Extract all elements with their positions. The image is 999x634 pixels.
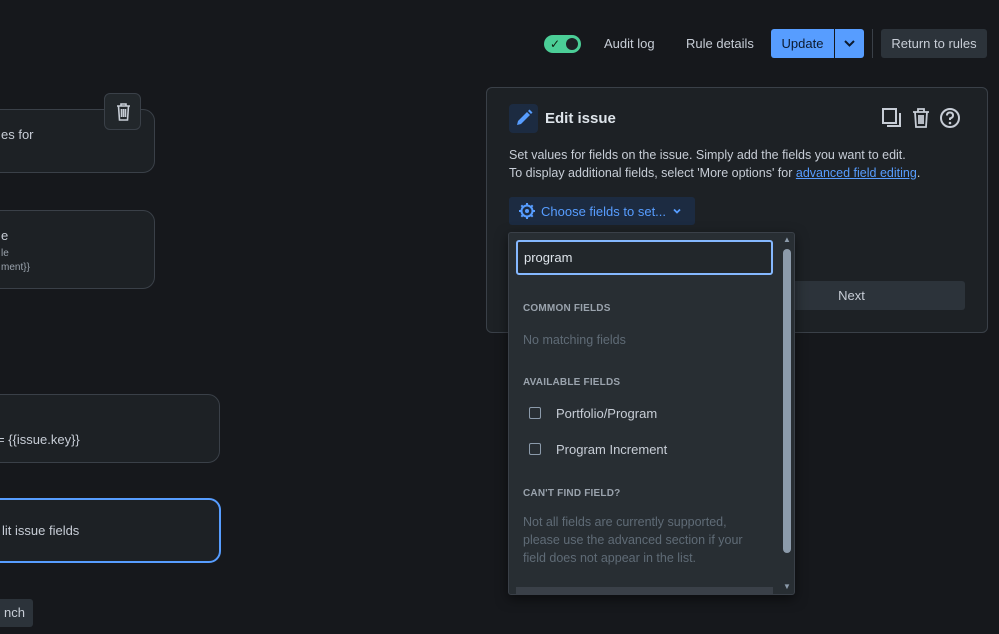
add-branch-button[interactable]: nch [0,599,33,627]
edit-issue-badge [509,104,538,133]
help-button[interactable] [939,107,961,129]
advanced-field-editing-link[interactable]: advanced field editing [796,166,917,180]
field-option-label: Program Increment [556,442,668,457]
dropdown-scrollbar-thumb[interactable] [783,249,791,553]
field-option-portfolio-program[interactable]: Portfolio/Program [523,399,773,429]
card-text: e [1,228,9,243]
rule-enabled-toggle[interactable]: ✓ [544,35,581,53]
common-fields-heading: COMMON FIELDS [523,303,611,314]
no-matching-text: No matching fields [523,333,626,347]
update-dropdown-button[interactable] [835,29,864,58]
choose-fields-button[interactable]: Choose fields to set... [509,197,695,225]
rule-component-card[interactable]: e le ment}} [0,210,155,289]
cant-find-note: please use the advanced section if your [523,533,743,547]
dropdown-footer-edge [516,587,773,595]
pencil-icon [517,109,533,125]
check-icon: ✓ [550,37,561,51]
rule-component-card-selected[interactable]: lit issue fields [0,498,221,563]
gear-icon [519,203,535,219]
card-text: = {{issue.key}} [0,432,80,447]
desc-text: To display additional fields, select 'Mo… [509,166,796,180]
scroll-down-arrow[interactable]: ▼ [782,583,792,591]
field-search-input[interactable] [516,240,773,275]
card-subtext: ment}} [1,262,30,273]
delete-action-button[interactable] [910,107,932,129]
help-icon [940,108,960,128]
available-fields-heading: AVAILABLE FIELDS [523,377,621,388]
cant-find-field-heading: CAN'T FIND FIELD? [523,488,621,499]
card-subtext: le [1,248,9,259]
return-to-rules-button[interactable]: Return to rules [881,29,987,58]
cant-find-note: Not all fields are currently supported, [523,515,727,529]
checkbox[interactable] [529,443,541,455]
chevron-down-icon [844,40,855,47]
rule-component-card[interactable]: = {{issue.key}} [0,394,220,463]
trash-icon [913,108,929,128]
field-option-program-increment[interactable]: Program Increment [523,435,773,465]
card-text: es for [1,127,34,142]
scroll-up-arrow[interactable]: ▲ [782,236,792,244]
copy-icon [882,108,901,127]
rule-details-link[interactable]: Rule details [686,35,754,53]
panel-description: Set values for fields on the issue. Simp… [509,148,906,162]
delete-component-button[interactable] [104,93,141,130]
toolbar-divider [872,29,873,58]
desc-suffix: . [916,166,921,180]
choose-fields-label: Choose fields to set... [541,204,667,219]
audit-log-link[interactable]: Audit log [604,35,655,53]
cant-find-note: field does not appear in the list. [523,551,697,565]
trash-icon [117,103,130,121]
panel-description-2: To display additional fields, select 'Mo… [509,166,920,180]
field-option-label: Portfolio/Program [556,406,658,421]
toggle-knob [566,38,578,50]
card-text: lit issue fields [2,523,80,538]
panel-title: Edit issue [545,110,616,127]
duplicate-button[interactable] [881,107,903,129]
update-button[interactable]: Update [771,29,834,58]
chevron-down-icon [673,208,681,214]
checkbox[interactable] [529,407,541,419]
